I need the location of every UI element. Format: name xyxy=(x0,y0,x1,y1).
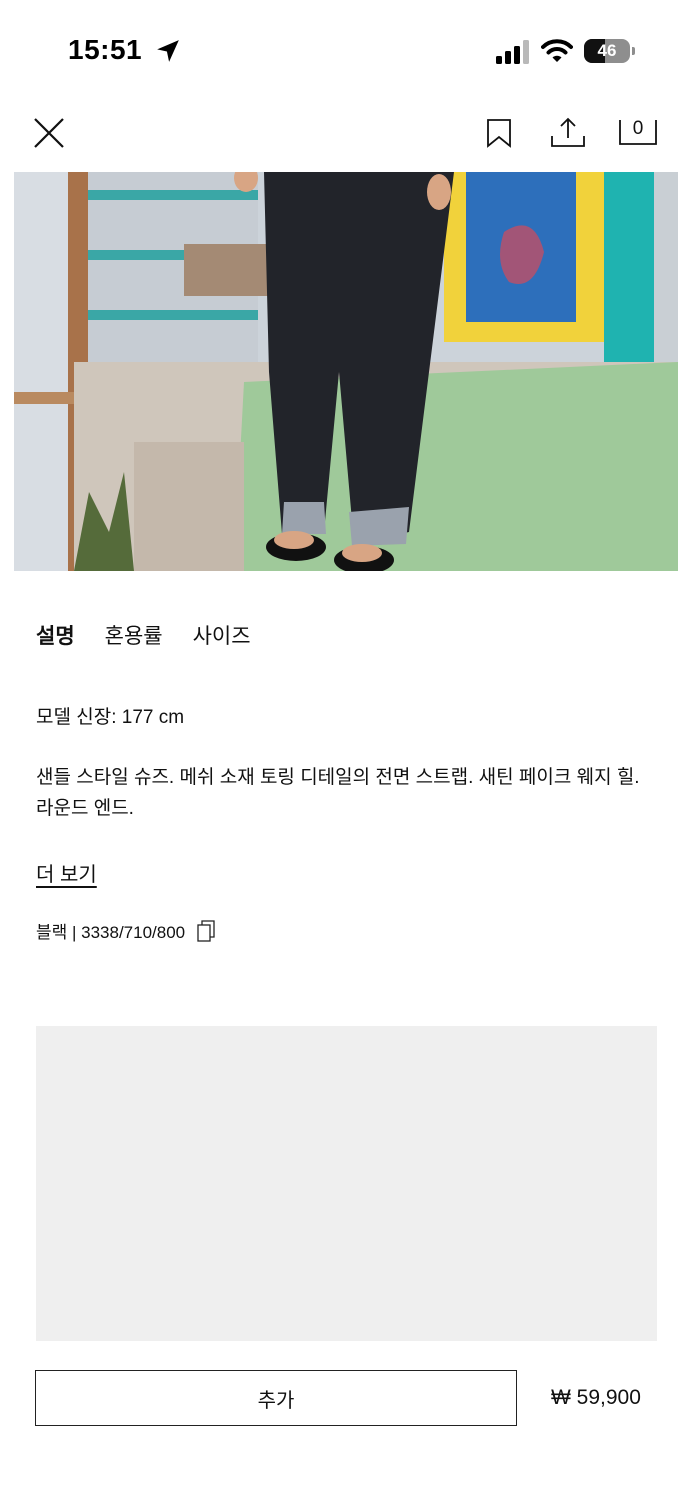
copy-icon[interactable] xyxy=(197,919,215,942)
close-icon[interactable] xyxy=(32,116,66,150)
more-link[interactable]: 더 보기 xyxy=(36,858,97,887)
top-nav: 0 xyxy=(0,100,692,170)
cart-count: 0 xyxy=(632,118,644,139)
color-reference-text: 블랙 | 3338/710/800 xyxy=(36,923,186,942)
status-time: 15:51 xyxy=(68,34,143,65)
product-image[interactable] xyxy=(14,172,678,571)
bookmark-icon[interactable] xyxy=(484,118,514,148)
color-reference: 블랙 | 3338/710/800 xyxy=(36,918,215,943)
shopping-bag-button[interactable]: 0 xyxy=(618,116,658,146)
add-to-cart-button[interactable]: 추가 xyxy=(35,1370,517,1426)
product-photo xyxy=(14,172,678,571)
cellular-signal-icon xyxy=(496,40,529,64)
tab-description[interactable]: 설명 xyxy=(36,620,75,654)
image-placeholder xyxy=(36,1026,657,1341)
product-description: 샌들 스타일 슈즈. 메쉬 소재 토링 디테일의 전면 스트랩. 새틴 페이크 … xyxy=(36,767,640,819)
share-icon[interactable] xyxy=(550,116,586,148)
location-arrow-icon xyxy=(157,40,179,62)
wifi-icon xyxy=(541,39,573,62)
status-bar: 15:51 46 xyxy=(0,0,692,100)
tab-composition[interactable]: 혼용률 xyxy=(105,620,163,654)
battery-icon: 46 xyxy=(584,39,636,63)
product-tabs: 설명 혼용률 사이즈 xyxy=(36,620,251,654)
battery-level: 46 xyxy=(597,41,617,60)
tab-size[interactable]: 사이즈 xyxy=(193,620,251,654)
model-height: 모델 신장: 177 cm xyxy=(36,707,185,728)
price: ₩ 59,900 xyxy=(551,1386,641,1409)
